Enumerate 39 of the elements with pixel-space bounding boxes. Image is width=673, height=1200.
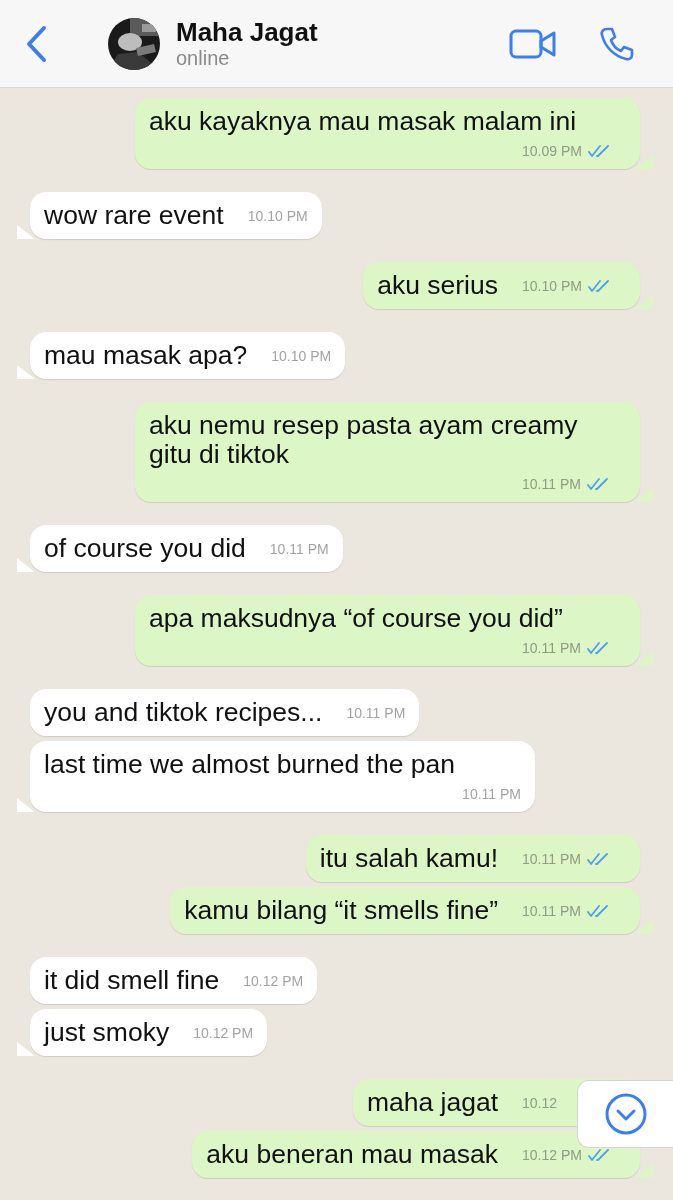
message-text: mau masak apa? xyxy=(44,341,248,370)
back-icon xyxy=(24,23,48,64)
video-camera-icon xyxy=(509,27,557,60)
message-time: 10.12 PM xyxy=(193,1024,254,1042)
chevron-down-icon xyxy=(603,1092,648,1136)
contact-name: Maha Jagat xyxy=(176,18,318,47)
message-text: of course you did xyxy=(44,534,246,563)
message-text: aku kayaknya mau masak malam ini xyxy=(149,107,577,136)
message-time: 10.10 PM xyxy=(271,347,332,365)
message-time: 10.10 PM xyxy=(247,207,308,225)
message-time: 10.12 PM xyxy=(522,1146,582,1164)
message-time: 10.11 PM xyxy=(522,850,581,868)
message-text: aku beneran mau masak xyxy=(206,1140,498,1169)
message-text: it did smell fine xyxy=(44,966,220,995)
phone-icon xyxy=(599,25,635,62)
message-text: apa maksudnya “of course you did” xyxy=(149,604,563,633)
message-text: wow rare event xyxy=(44,201,224,230)
message-time: 10.09 PM xyxy=(522,142,582,160)
message-text: aku serius xyxy=(377,271,498,300)
voice-call-button[interactable] xyxy=(599,25,635,62)
video-call-button[interactable] xyxy=(509,27,557,60)
message-time: 10.11 PM xyxy=(522,902,581,920)
message-time: 10.11 PM xyxy=(269,540,329,558)
contact-status: online xyxy=(176,46,231,69)
message-time: 10.12 xyxy=(522,1094,558,1112)
scroll-down-button[interactable] xyxy=(577,1080,673,1148)
message-time: 10.12 PM xyxy=(243,972,304,990)
message-time: 10.11 PM xyxy=(522,475,581,493)
message-text: you and tiktok recipes... xyxy=(44,698,323,727)
message-time: 10.11 PM xyxy=(522,639,581,657)
message-text: itu salah kamu! xyxy=(319,844,498,873)
message-text: kamu bilang “it smells fine” xyxy=(184,896,498,925)
message-text: maha jagat xyxy=(366,1088,498,1117)
message-time: 10.11 PM xyxy=(462,785,521,803)
message-time: 10.11 PM xyxy=(346,704,406,722)
message-text: last time we almost burned the pan xyxy=(44,750,455,779)
message-time: 10.10 PM xyxy=(522,277,582,295)
message-text: aku nemu resep pasta ayam creamy gitu di tiktok xyxy=(149,411,579,469)
message-text: just smoky xyxy=(44,1018,170,1047)
